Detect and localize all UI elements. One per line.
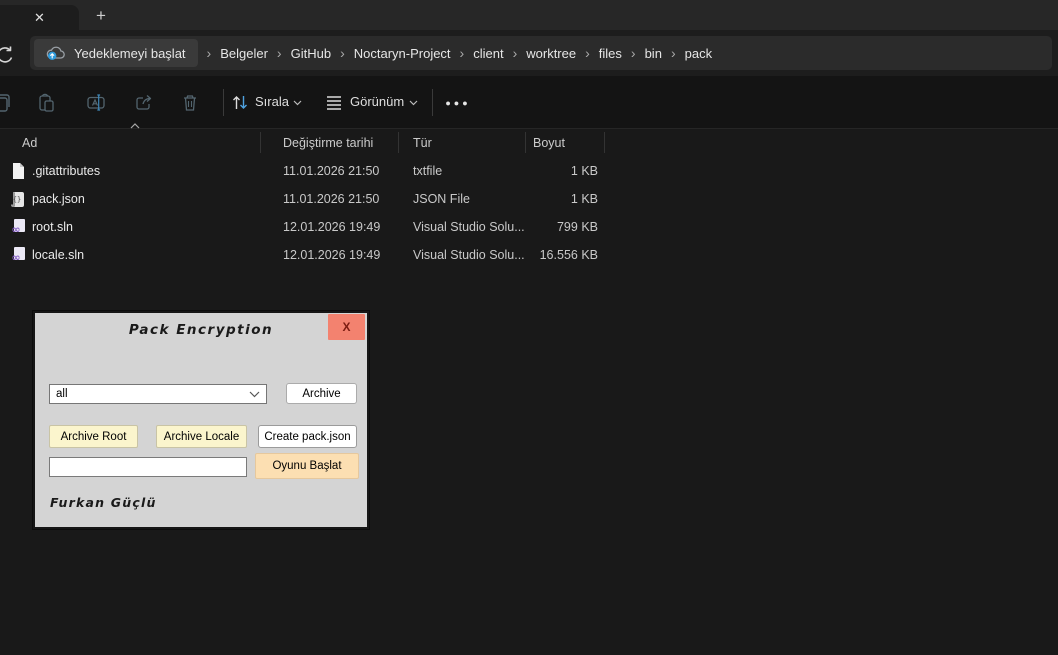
create-pack-json-button[interactable]: Create pack.json bbox=[258, 425, 357, 448]
file-name[interactable]: locale.sln bbox=[32, 241, 84, 269]
start-game-button[interactable]: Oyunu Başlat bbox=[255, 453, 359, 479]
pack-encryption-dialog: Pack Encryption X all Archive Archive Ro… bbox=[33, 311, 369, 529]
toolbar-divider bbox=[432, 89, 433, 116]
new-tab-button[interactable]: + bbox=[88, 4, 114, 28]
chevron-down-icon bbox=[249, 391, 260, 398]
column-divider[interactable] bbox=[260, 132, 261, 153]
table-row[interactable]: ∞ locale.sln 12.01.2026 19:49 Visual Stu… bbox=[0, 241, 640, 269]
archive-button[interactable]: Archive bbox=[286, 383, 357, 404]
toolbar-divider bbox=[223, 89, 224, 116]
column-header-name[interactable]: Ad bbox=[22, 130, 37, 156]
dialog-title: Pack Encryption bbox=[35, 322, 367, 338]
visual-studio-file-icon: ∞ bbox=[10, 246, 26, 263]
svg-text:∞: ∞ bbox=[11, 251, 20, 263]
target-select[interactable]: all bbox=[49, 384, 267, 404]
breadcrumb-chevron-icon: › bbox=[331, 46, 354, 60]
explorer-tab[interactable]: ✕ bbox=[0, 5, 79, 30]
navigation-bar: Yedeklemeyi başlat › Belgeler › GitHub ›… bbox=[0, 30, 1058, 76]
table-row[interactable]: ∞ root.sln 12.01.2026 19:49 Visual Studi… bbox=[0, 213, 640, 241]
file-size: 799 KB bbox=[500, 213, 598, 241]
more-options-button[interactable]: ●●● bbox=[444, 90, 472, 116]
file-modified: 11.01.2026 21:50 bbox=[283, 185, 379, 213]
breadcrumb-chevron-icon: › bbox=[451, 46, 474, 60]
dialog-close-button[interactable]: X bbox=[328, 314, 365, 340]
delete-icon[interactable] bbox=[181, 93, 199, 112]
table-row[interactable]: {} pack.json 11.01.2026 21:50 JSON File … bbox=[0, 185, 640, 213]
column-divider[interactable] bbox=[398, 132, 399, 153]
refresh-icon[interactable] bbox=[0, 43, 15, 65]
text-file-icon bbox=[10, 162, 26, 180]
password-input[interactable] bbox=[49, 457, 247, 477]
breadcrumb-chevron-icon: › bbox=[504, 46, 527, 60]
file-size: 1 KB bbox=[500, 185, 598, 213]
breadcrumb[interactable]: Yedeklemeyi başlat › Belgeler › GitHub ›… bbox=[30, 36, 1052, 70]
breadcrumb-item-onedrive[interactable]: Yedeklemeyi başlat bbox=[34, 39, 198, 67]
breadcrumb-item-belgeler[interactable]: Belgeler bbox=[220, 46, 268, 61]
share-icon[interactable] bbox=[134, 93, 153, 112]
breadcrumb-item-github[interactable]: GitHub bbox=[291, 46, 331, 61]
file-size: 16.556 KB bbox=[500, 241, 598, 269]
rename-icon[interactable] bbox=[86, 93, 106, 112]
tab-bar: ✕ + bbox=[0, 0, 1058, 30]
paste-icon[interactable] bbox=[37, 93, 56, 112]
file-name[interactable]: pack.json bbox=[32, 185, 85, 213]
svg-text:∞: ∞ bbox=[11, 223, 20, 235]
breadcrumb-chevron-icon: › bbox=[198, 46, 221, 60]
breadcrumb-chevron-icon: › bbox=[576, 46, 599, 60]
file-size: 1 KB bbox=[500, 157, 598, 185]
column-header-type[interactable]: Tür bbox=[413, 130, 432, 156]
view-button[interactable]: Görünüm bbox=[350, 94, 404, 109]
chevron-down-icon bbox=[409, 100, 418, 106]
file-modified: 11.01.2026 21:50 bbox=[283, 157, 379, 185]
tab-close-icon[interactable]: ✕ bbox=[28, 9, 51, 26]
copy-icon[interactable] bbox=[0, 93, 11, 113]
breadcrumb-label[interactable]: Yedeklemeyi başlat bbox=[74, 46, 186, 61]
author-signature: Furkan Güçlü bbox=[50, 495, 157, 510]
command-toolbar: Sırala Görünüm ●●● bbox=[0, 76, 1058, 129]
breadcrumb-item-bin[interactable]: bin bbox=[645, 46, 662, 61]
column-header-size[interactable]: Boyut bbox=[533, 130, 565, 156]
breadcrumb-item-noctaryn-project[interactable]: Noctaryn-Project bbox=[354, 46, 451, 61]
breadcrumb-item-files[interactable]: files bbox=[599, 46, 622, 61]
file-name[interactable]: root.sln bbox=[32, 213, 73, 241]
archive-root-button[interactable]: Archive Root bbox=[49, 425, 138, 448]
target-select-value: all bbox=[56, 388, 68, 400]
sort-ascending-indicator-icon bbox=[130, 123, 140, 129]
breadcrumb-chevron-icon: › bbox=[622, 46, 645, 60]
onedrive-backup-icon bbox=[46, 46, 65, 61]
file-modified: 12.01.2026 19:49 bbox=[283, 213, 380, 241]
svg-text:{}: {} bbox=[13, 196, 21, 204]
file-modified: 12.01.2026 19:49 bbox=[283, 241, 380, 269]
breadcrumb-item-pack[interactable]: pack bbox=[685, 46, 712, 61]
sort-button[interactable]: Sırala bbox=[255, 94, 289, 109]
column-header-modified[interactable]: Değiştirme tarihi bbox=[283, 130, 373, 156]
table-row[interactable]: .gitattributes 11.01.2026 21:50 txtfile … bbox=[0, 157, 640, 185]
column-divider[interactable] bbox=[525, 132, 526, 153]
file-type: txtfile bbox=[413, 157, 442, 185]
sort-icon bbox=[231, 93, 249, 112]
archive-locale-button[interactable]: Archive Locale bbox=[156, 425, 247, 448]
breadcrumb-item-worktree[interactable]: worktree bbox=[526, 46, 576, 61]
breadcrumb-chevron-icon: › bbox=[268, 46, 291, 60]
view-icon bbox=[325, 93, 343, 111]
breadcrumb-chevron-icon: › bbox=[662, 46, 685, 60]
column-divider[interactable] bbox=[604, 132, 605, 153]
visual-studio-file-icon: ∞ bbox=[10, 218, 26, 235]
breadcrumb-item-client[interactable]: client bbox=[473, 46, 503, 61]
chevron-down-icon bbox=[293, 100, 302, 106]
json-file-icon: {} bbox=[10, 190, 26, 208]
file-name[interactable]: .gitattributes bbox=[32, 157, 100, 185]
file-type: JSON File bbox=[413, 185, 470, 213]
